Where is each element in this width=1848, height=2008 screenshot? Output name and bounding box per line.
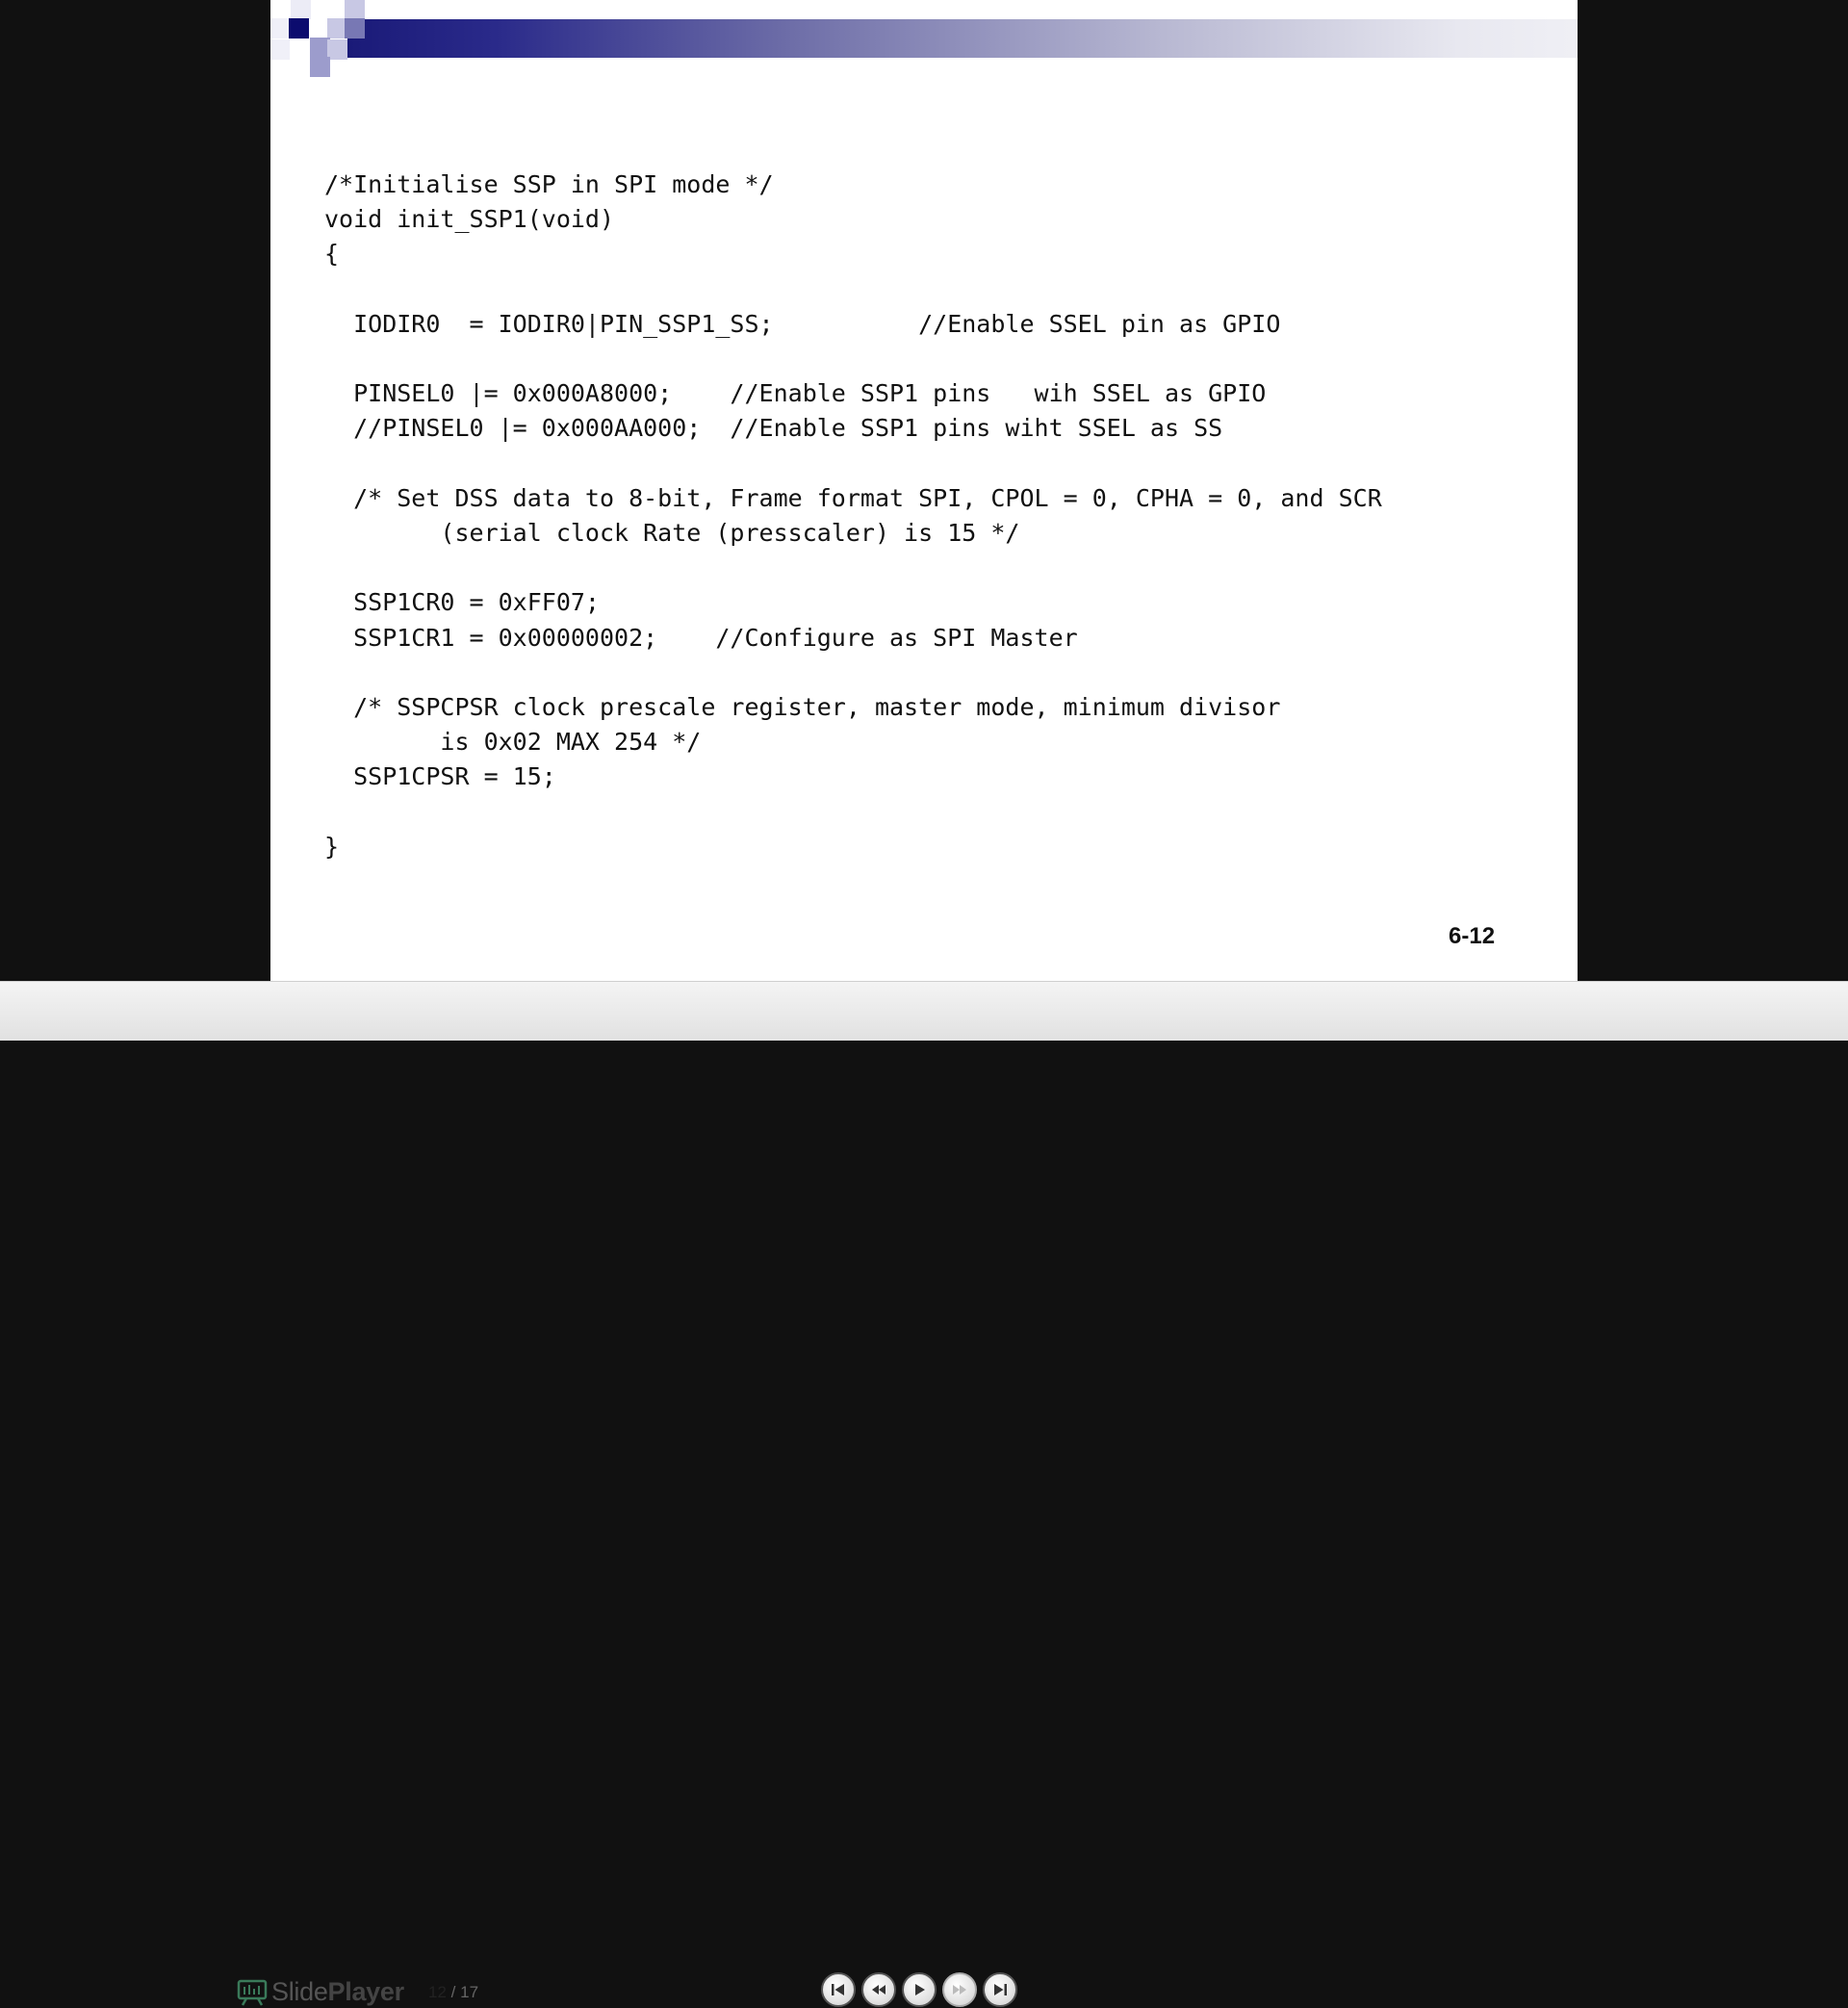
skip-to-end-icon (994, 1984, 1007, 1995)
code-line: PINSEL0 |= 0x000A8000; //Enable SSP1 pin… (324, 379, 1267, 408)
code-line: /*Initialise SSP in SPI mode */ (324, 170, 774, 198)
player-toolbar: SlidePlayer 12 / 17 (0, 981, 1848, 2007)
brand-name: SlidePlayer (271, 1976, 404, 2006)
code-line: SSP1CPSR = 15; (324, 762, 556, 791)
presentation-board-icon (237, 1979, 268, 2006)
code-line: { (324, 240, 340, 269)
slide-navigation (821, 1972, 1023, 2007)
next-slide-button[interactable] (942, 1972, 977, 2007)
code-line: SSP1CR0 = 0xFF07; (324, 588, 600, 617)
last-slide-button[interactable] (983, 1972, 1017, 2007)
total-pages: 17 (460, 1983, 479, 2001)
code-line: /* SSPCPSR clock prescale register, mast… (324, 693, 1281, 722)
code-line: IODIR0 = IODIR0|PIN_SSP1_SS; //Enable SS… (324, 309, 1281, 338)
slide: /*Initialise SSP in SPI mode */ void init… (270, 0, 1578, 981)
code-line: //PINSEL0 |= 0x000AA000; //Enable SSP1 p… (324, 414, 1223, 443)
slideplayer-logo[interactable]: SlidePlayer (237, 1975, 404, 2008)
code-line: SSP1CR1 = 0x00000002; //Configure as SPI… (324, 623, 1078, 652)
code-line: void init_SSP1(void) (324, 205, 615, 234)
previous-slide-button[interactable] (861, 1972, 896, 2007)
first-slide-button[interactable] (821, 1972, 856, 2007)
slide-page-number: 6-12 (1449, 923, 1496, 949)
code-line: /* Set DSS data to 8-bit, Frame format S… (324, 483, 1382, 512)
code-line: (serial clock Rate (presscaler) is 15 */ (324, 519, 1020, 548)
page-separator: / (450, 1983, 456, 2001)
code-line: is 0x02 MAX 254 */ (324, 728, 702, 757)
current-page: 12 (428, 1983, 447, 2001)
skip-to-start-icon (832, 1984, 844, 1995)
fast-forward-icon (953, 1985, 966, 1995)
page-counter: 12 / 17 (428, 1983, 478, 2002)
play-button[interactable] (902, 1972, 937, 2007)
code-block: /*Initialise SSP in SPI mode */ void init… (324, 167, 1382, 864)
code-line: } (324, 832, 340, 861)
rewind-icon (872, 1985, 886, 1995)
slide-header-banner (347, 19, 1578, 58)
play-icon (915, 1984, 925, 1995)
